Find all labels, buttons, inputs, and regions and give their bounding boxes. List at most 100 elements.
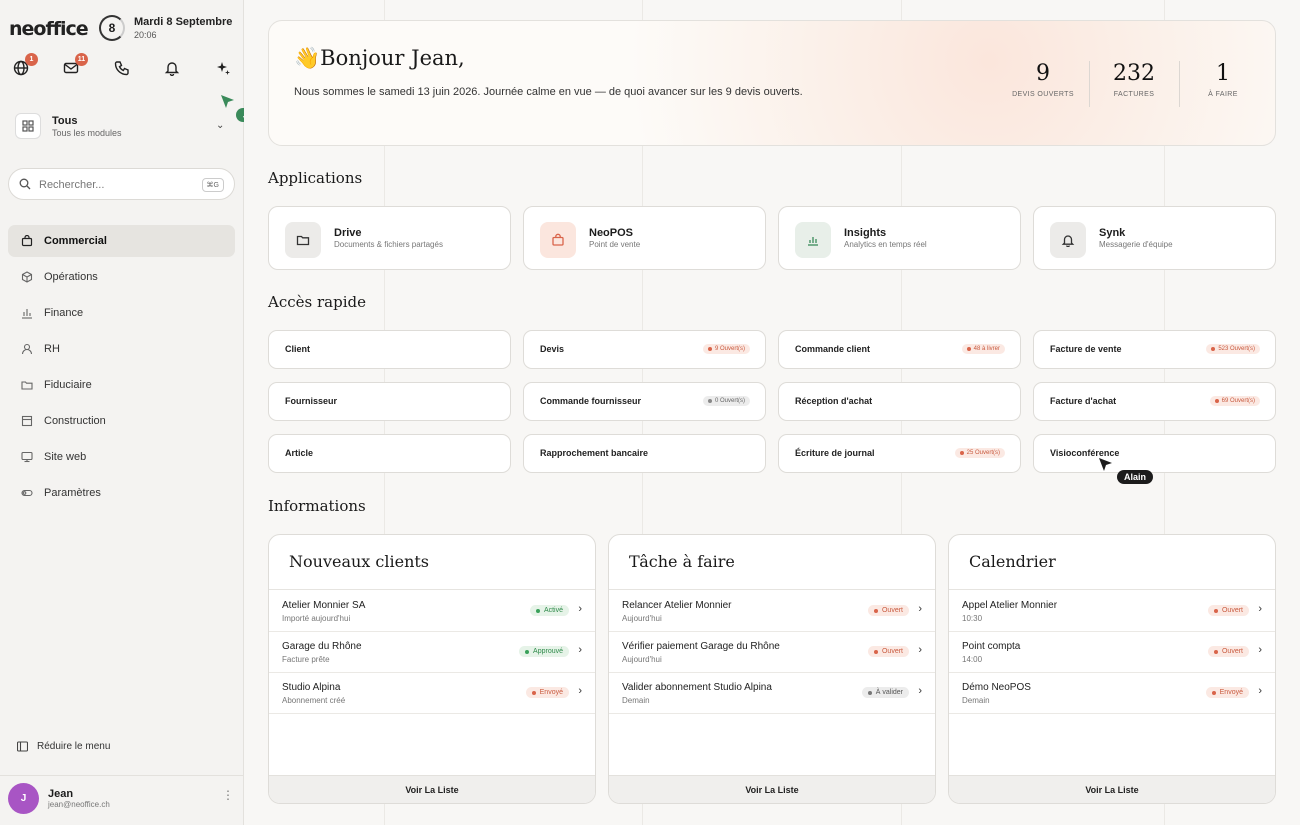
person-icon: [20, 342, 34, 356]
panel-title: Nouveaux clients: [289, 552, 430, 571]
sidebar: neoffice 8 Mardi 8 Septembre 20:06 1 11 …: [0, 0, 271, 825]
search-shortcut: ⌘G: [201, 178, 224, 192]
app-name: Insights: [844, 227, 887, 239]
user-email: jean@neoffice.ch: [48, 800, 110, 809]
notifications-button[interactable]: [159, 55, 185, 81]
module-title: Tous: [52, 115, 78, 127]
cursor-arrow-icon: [1099, 458, 1112, 471]
user-profile[interactable]: J Jean jean@neoffice.ch ⋮: [0, 775, 244, 825]
stat-devis-ouverts[interactable]: 9 DEVIS OUVERTS: [1009, 61, 1077, 107]
sidebar-item-finance[interactable]: Finance: [8, 297, 235, 329]
ai-assistant-button[interactable]: [210, 55, 236, 81]
view-list-button[interactable]: Voir La Liste: [269, 775, 595, 803]
stat-factures[interactable]: 232 FACTURES: [1104, 61, 1164, 107]
quick-link-visioconference[interactable]: Visioconférence: [1033, 434, 1276, 473]
stat-label: À FAIRE: [1208, 91, 1238, 98]
stat-value: 232: [1113, 61, 1155, 86]
item-title: Démo NeoPOS: [962, 682, 1031, 693]
sidebar-item-label: Commercial: [44, 235, 107, 247]
sidebar-item-rh[interactable]: RH: [8, 333, 235, 365]
app-card-neopos[interactable]: NeoPOS Point de vente: [523, 206, 766, 270]
list-item[interactable]: Atelier Monnier SA Importé aujourd'hui A…: [269, 590, 595, 632]
sidebar-item-construction[interactable]: Construction: [8, 405, 235, 437]
progress-ring: 8: [99, 15, 125, 41]
panel-nouveaux-clients: Nouveaux clients Atelier Monnier SA Impo…: [268, 534, 596, 804]
quick-link-fournisseur[interactable]: Fournisseur: [268, 382, 511, 421]
list-item[interactable]: Point compta 14:00 Ouvert ›: [949, 631, 1275, 673]
list-item[interactable]: Studio Alpina Abonnement créé Envoyé ›: [269, 672, 595, 714]
quick-link-client[interactable]: Client: [268, 330, 511, 369]
list-item[interactable]: Appel Atelier Monnier 10:30 Ouvert ›: [949, 590, 1275, 632]
quick-link-facture-achat[interactable]: Facture d'achat 69 Ouvert(s): [1033, 382, 1276, 421]
stat-a-faire[interactable]: 1 À FAIRE: [1194, 61, 1252, 107]
quick-link-label: Commande client: [795, 344, 871, 354]
app-card-insights[interactable]: Insights Analytics en temps réel: [778, 206, 1021, 270]
quick-link-devis[interactable]: Devis 9 Ouvert(s): [523, 330, 766, 369]
module-subtitle: Tous les modules: [52, 128, 122, 138]
chevron-down-icon: ⌄: [216, 120, 225, 131]
phone-button[interactable]: [109, 55, 135, 81]
quick-link-label: Facture d'achat: [1050, 396, 1117, 406]
panel-title: Tâche à faire: [629, 552, 735, 571]
quick-link-label: Fournisseur: [285, 396, 338, 406]
quick-link-label: Article: [285, 448, 314, 458]
quick-link-label: Réception d'achat: [795, 396, 873, 406]
app-description: Messagerie d'équipe: [1099, 240, 1173, 249]
greeting-text: Bonjour Jean,: [320, 46, 465, 70]
list-item[interactable]: Vérifier paiement Garage du Rhône Aujour…: [609, 631, 935, 673]
quick-link-commande-client[interactable]: Commande client 48 à livrer: [778, 330, 1021, 369]
status-badge: 9 Ouvert(s): [702, 344, 750, 354]
quick-link-commande-fournisseur[interactable]: Commande fournisseur 0 Ouvert(s): [523, 382, 766, 421]
sidebar-item-operations[interactable]: Opérations: [8, 261, 235, 293]
status-badge: Ouvert: [1207, 646, 1249, 657]
quick-link-facture-de-vente[interactable]: Facture de vente 523 Ouvert(s): [1033, 330, 1276, 369]
quick-link-ecriture-journal[interactable]: Écriture de journal 25 Ouvert(s): [778, 434, 1021, 473]
quick-link-reception-achat[interactable]: Réception d'achat: [778, 382, 1021, 421]
item-subtitle: 10:30: [962, 614, 983, 623]
list-item[interactable]: Garage du Rhône Facture prête Approuvé ›: [269, 631, 595, 673]
chevron-right-icon: ›: [1258, 644, 1262, 656]
quick-link-label: Devis: [540, 344, 565, 354]
chevron-right-icon: ›: [1258, 603, 1262, 615]
app-name: Drive: [334, 227, 362, 239]
chart-icon: [20, 306, 34, 320]
mail-button[interactable]: 11: [58, 53, 88, 81]
status-badge: 523 Ouvert(s): [1206, 344, 1260, 354]
sidebar-item-parametres[interactable]: Paramètres: [8, 477, 235, 509]
sidebar-item-commercial[interactable]: Commercial: [8, 225, 235, 257]
list-item[interactable]: Relancer Atelier Monnier Aujourd'hui Ouv…: [609, 590, 935, 632]
status-badge: Envoyé: [525, 687, 569, 698]
module-selector[interactable]: Tous Tous les modules ⌄: [8, 106, 236, 146]
bell-icon: [1050, 222, 1086, 258]
list-item[interactable]: Démo NeoPOS Demain Envoyé ›: [949, 672, 1275, 714]
header-date: Mardi 8 Septembre: [134, 16, 233, 28]
stat-divider: [1179, 61, 1180, 107]
reduce-menu-button[interactable]: Réduire le menu: [17, 741, 110, 752]
sidebar-item-site-web[interactable]: Site web: [8, 441, 235, 473]
chevron-right-icon: ›: [918, 603, 922, 615]
status-badge: Activé: [529, 605, 569, 616]
folder-icon: [285, 222, 321, 258]
list-item[interactable]: Valider abonnement Studio Alpina Demain …: [609, 672, 935, 714]
status-badge: 0 Ouvert(s): [702, 396, 750, 406]
globe-button[interactable]: 1: [8, 53, 38, 81]
app-card-synk[interactable]: Synk Messagerie d'équipe: [1033, 206, 1276, 270]
neoffice-logo[interactable]: neoffice: [9, 18, 89, 40]
item-subtitle: Demain: [962, 696, 990, 705]
avatar: J: [8, 783, 39, 814]
quick-link-label: Facture de vente: [1050, 344, 1122, 354]
app-description: Documents & fichiers partagés: [334, 240, 443, 249]
quick-link-rapprochement-bancaire[interactable]: Rapprochement bancaire: [523, 434, 766, 473]
sidebar-item-fiduciaire[interactable]: Fiduciaire: [8, 369, 235, 401]
app-card-drive[interactable]: Drive Documents & fichiers partagés: [268, 206, 511, 270]
quick-link-article[interactable]: Article: [268, 434, 511, 473]
app-name: NeoPOS: [589, 227, 634, 239]
search-field[interactable]: Rechercher... ⌘G: [8, 168, 235, 200]
more-vertical-icon[interactable]: ⋮: [222, 788, 234, 802]
status-badge: Envoyé: [1205, 687, 1249, 698]
chevron-right-icon: ›: [918, 644, 922, 656]
header-time: 20:06: [134, 30, 157, 40]
view-list-button[interactable]: Voir La Liste: [949, 775, 1275, 803]
section-title-quick-access: Accès rapide: [268, 293, 366, 311]
view-list-button[interactable]: Voir La Liste: [609, 775, 935, 803]
